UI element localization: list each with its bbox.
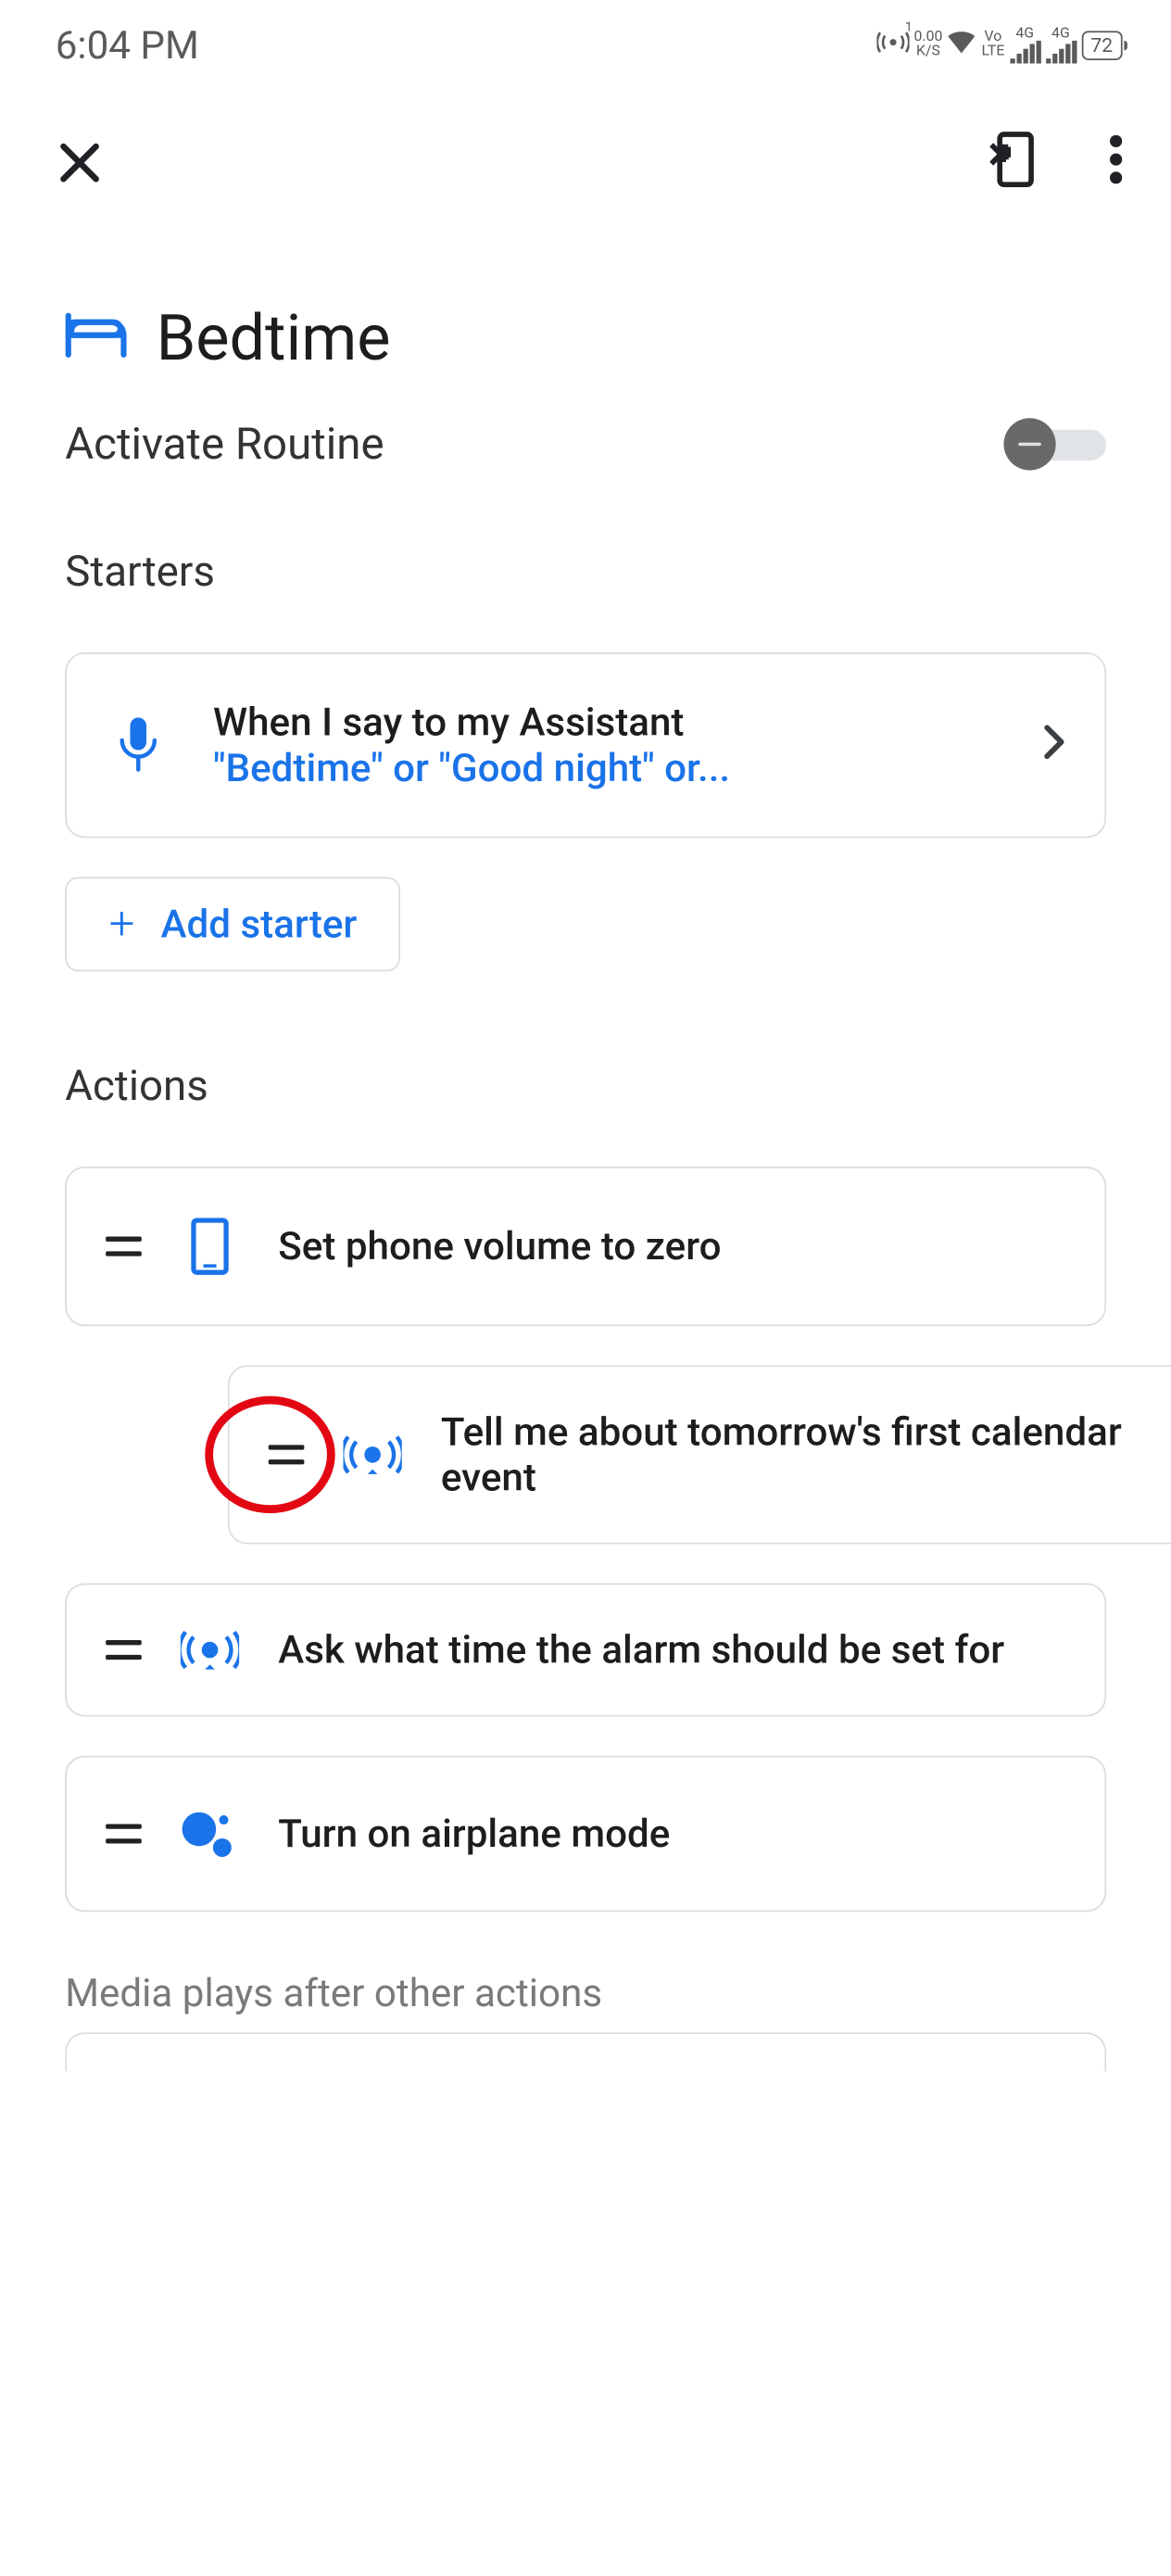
toggle-knob [1003,417,1055,469]
drag-handle-icon[interactable] [106,1640,142,1660]
drag-handle-icon[interactable] [269,1445,305,1464]
drag-handle-icon[interactable] [106,1237,142,1256]
battery-indicator: 72 [1081,30,1123,59]
action-label: Tell me about tomorrow's first calendar … [441,1409,1171,1500]
broadcast-icon [344,1433,402,1476]
page-title-row: Bedtime [65,301,1106,376]
hotspot-icon: 1 [876,29,909,61]
starter-voice-card[interactable]: When I say to my Assistant "Bedtime" or … [65,652,1106,838]
activate-routine-toggle[interactable] [1009,429,1106,460]
data-rate-indicator: 0.00 K/S [914,30,943,59]
activate-routine-label: Activate Routine [65,418,384,470]
actions-section-label: Actions [65,1063,1106,1112]
action-card-airplane[interactable]: Turn on airplane mode [65,1756,1106,1913]
status-time: 6:04 PM [56,22,199,68]
toolbar [0,90,1171,236]
action-label: Turn on airplane mode [278,1811,1065,1856]
status-bar: 6:04 PM 1 0.00 K/S Vo LTE 4G [0,0,1171,90]
action-card-calendar[interactable]: Tell me about tomorrow's first calendar … [228,1365,1171,1544]
close-button[interactable] [56,138,105,187]
page-title: Bedtime [157,301,391,376]
action-card-volume[interactable]: Set phone volume to zero [65,1167,1106,1326]
plus-icon: + [109,908,135,941]
add-starter-label: Add starter [161,902,358,947]
starter-subtitle: "Bedtime" or "Good night" or... [213,745,1001,790]
status-right-cluster: 1 0.00 K/S Vo LTE 4G 4G 72 [876,27,1122,63]
activate-routine-row: Activate Routine [65,418,1106,470]
phone-icon [181,1217,239,1275]
action-label: Ask what time the alarm should be set fo… [278,1627,1065,1673]
bed-icon [65,312,127,364]
signal-1: 4G [1010,27,1040,63]
mic-icon [106,717,170,773]
add-starter-button[interactable]: + Add starter [65,877,401,971]
media-section-label: Media plays after other actions [65,1971,1106,2016]
chevron-right-icon [1043,724,1066,766]
starter-title: When I say to my Assistant [213,700,1001,745]
wifi-icon [948,30,977,60]
starters-section-label: Starters [65,549,1106,598]
drag-handle-icon[interactable] [106,1824,142,1843]
more-options-icon[interactable] [1110,135,1123,191]
broadcast-icon [181,1629,239,1672]
assistant-icon [181,1806,239,1862]
action-card-alarm[interactable]: Ask what time the alarm should be set fo… [65,1584,1106,1717]
add-to-home-icon[interactable] [984,130,1036,195]
signal-2: 4G [1045,27,1076,63]
volte-indicator: Vo LTE [982,30,1005,59]
media-card-top[interactable] [65,2032,1106,2071]
action-label: Set phone volume to zero [278,1224,1065,1269]
